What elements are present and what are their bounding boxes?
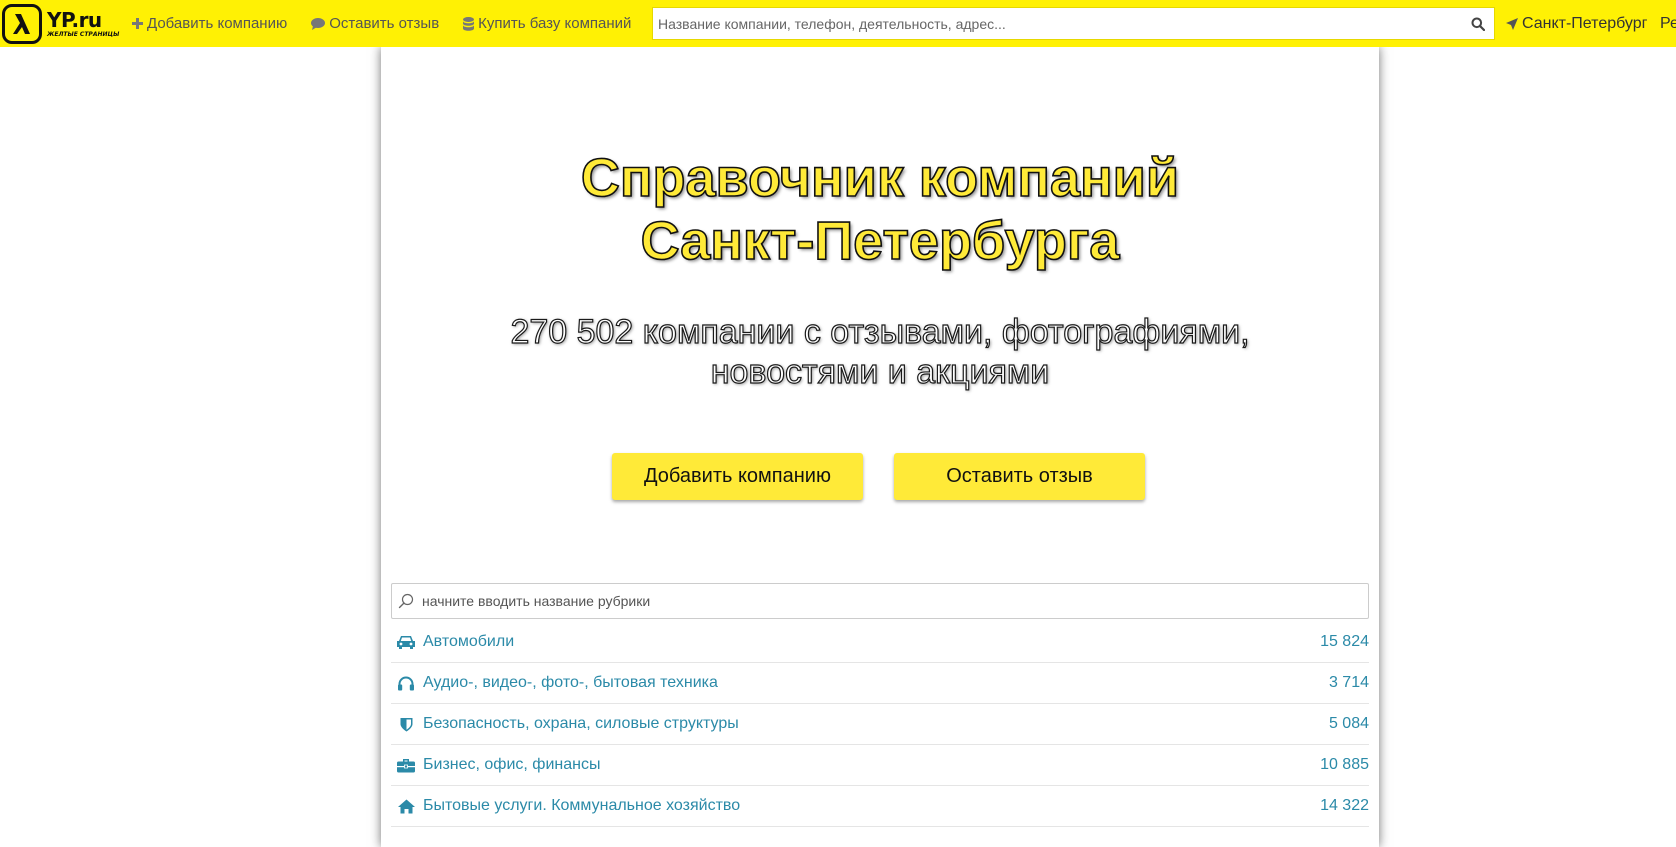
company-search-input[interactable]: [653, 8, 1462, 39]
nav-leave-review-label: Оставить отзыв: [329, 15, 440, 32]
category-count: 3 714: [1328, 674, 1369, 691]
category-item-security[interactable]: Безопасность, охрана, силовые структуры …: [391, 704, 1369, 745]
region-link-cut[interactable]: Ре: [1660, 0, 1676, 47]
rubric-search-input[interactable]: [414, 585, 1368, 617]
plus-icon: [132, 18, 143, 29]
category-label: Бизнес, офис, финансы: [423, 756, 601, 773]
search-icon: [1471, 17, 1485, 31]
car-icon: [393, 634, 419, 650]
search-icon: [398, 593, 414, 609]
shield-icon: [393, 717, 419, 732]
category-label: Автомобили: [423, 633, 515, 650]
hero-title: Справочник компаний Санкт-Петербурга: [381, 147, 1379, 273]
database-icon: [463, 16, 475, 31]
hero-subtitle-line1: 270 502 компании с отзывами, фотографиям…: [510, 312, 1250, 351]
category-list: Автомобили 15 824 Аудио-, видео-, фото-,…: [391, 622, 1369, 827]
hero-title-line1: Справочник компаний: [580, 147, 1180, 209]
leave-review-button[interactable]: Оставить отзыв: [894, 453, 1145, 500]
nav-add-company[interactable]: Добавить компанию: [132, 15, 287, 32]
logo-name: YP.ru: [47, 7, 102, 32]
add-company-button[interactable]: Добавить компанию: [612, 453, 863, 500]
rubric-search: [391, 583, 1369, 619]
category-item-auto[interactable]: Автомобили 15 824: [391, 622, 1369, 663]
category-label: Бытовые услуги. Коммунальное хозяйство: [423, 797, 741, 814]
category-label: Аудио-, видео-, фото-, бытовая техника: [423, 674, 718, 691]
nav-add-company-label: Добавить компанию: [147, 15, 288, 32]
city-selector[interactable]: Санкт-Петербург: [1506, 0, 1647, 47]
nav-buy-database[interactable]: Купить базу компаний: [463, 15, 631, 32]
main-panel: Справочник компаний Санкт-Петербурга 270…: [381, 47, 1379, 847]
hero-subtitle: 270 502 компании с отзывами, фотографиям…: [381, 312, 1379, 392]
nav-buy-database-label: Купить базу компаний: [478, 15, 632, 32]
headphones-icon: [393, 676, 419, 691]
nav-leave-review[interactable]: Оставить отзыв: [311, 15, 439, 32]
category-count: 14 322: [1320, 797, 1369, 814]
hero-title-line2: Санкт-Петербурга: [640, 210, 1120, 272]
briefcase-icon: [393, 758, 419, 773]
category-count: 15 824: [1320, 633, 1369, 650]
category-label: Безопасность, охрана, силовые структуры: [423, 715, 739, 732]
category-item-audio-video[interactable]: Аудио-, видео-, фото-, бытовая техника 3…: [391, 663, 1369, 704]
location-arrow-icon: [1506, 17, 1518, 30]
logo-walking-fingers-icon: [2, 3, 42, 44]
category-count: 10 885: [1320, 756, 1369, 773]
site-logo[interactable]: YP.ru ЖЕЛТЫЕ СТРАНИЦЫ: [0, 0, 120, 47]
category-item-business[interactable]: Бизнес, офис, финансы 10 885: [391, 745, 1369, 786]
comment-icon: [311, 17, 326, 30]
hero-subtitle-line2: новостями и акциями: [710, 352, 1050, 391]
category-count: 5 084: [1328, 715, 1369, 732]
city-label: Санкт-Петербург: [1522, 14, 1648, 32]
top-bar: YP.ru ЖЕЛТЫЕ СТРАНИЦЫ Добавить компанию …: [0, 0, 1676, 47]
search-button[interactable]: [1462, 8, 1494, 39]
company-search: [652, 7, 1495, 40]
logo-subtitle: ЖЕЛТЫЕ СТРАНИЦЫ: [47, 30, 120, 38]
home-icon: [393, 799, 419, 814]
